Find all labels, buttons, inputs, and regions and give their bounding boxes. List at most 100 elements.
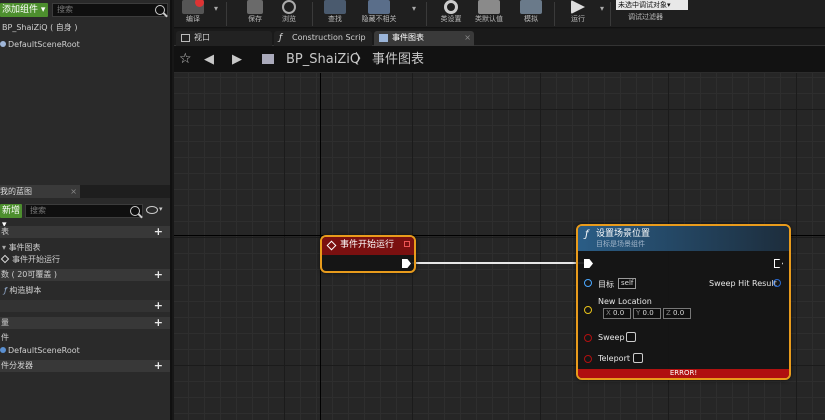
add-graph-icon[interactable]: + [154,226,163,238]
close-icon[interactable]: × [464,31,471,45]
function-icon: ƒ [585,229,589,240]
exec-in-pin[interactable] [584,259,593,268]
location-x-field[interactable]: X 0.0 [603,308,631,319]
play-label: 运行 [571,15,585,23]
set-location-header: ƒ 设置场景位置 目标是场景组件 [578,226,789,251]
my-blueprint-toolbar: 新增 ▾ 搜索 ▾ [0,204,170,230]
exec-out-pin[interactable] [402,259,411,268]
toolbar-separator [554,2,555,26]
compile-label: 编译 [186,15,200,23]
target-value-field[interactable]: self [618,278,636,289]
set-location-node[interactable]: ƒ 设置场景位置 目标是场景组件 目标 self Sweep Hit Resul… [576,224,791,380]
debug-object-select[interactable]: 未选中调试对象▾ [616,0,688,10]
begin-play-item[interactable]: 事件开始运行 [0,254,60,265]
macros-section-header[interactable]: + [0,300,170,312]
sweep-hit-result-pin[interactable] [773,279,781,287]
debug-filter-label: 调试过滤器 [628,13,663,21]
set-location-subtitle: 目标是场景组件 [596,240,645,248]
self-component-item[interactable]: BP_ShaiZiQ ( 自身 ) [2,22,77,33]
new-location-label: New Location [598,297,652,306]
event-graph-canvas[interactable]: 事件开始运行 ƒ 设置场景位置 目标是场景组件 目标 self Sweep Hi… [174,73,825,420]
class-settings-button[interactable]: 类设置 [436,0,466,28]
blueprint-search-placeholder: 搜索 [30,206,46,215]
scene-component-icon [0,347,6,353]
search-icon[interactable] [130,206,140,216]
add-macro-icon[interactable]: + [154,300,163,312]
add-dispatcher-icon[interactable]: + [154,360,163,372]
class-defaults-label: 类默认值 [475,15,503,23]
functions-section-label: 数 ( 20可覆盖 ) [1,270,58,279]
add-function-icon[interactable]: + [154,269,163,281]
browse-icon [282,0,296,14]
delegate-pin-icon[interactable] [404,241,410,247]
save-icon [247,0,263,14]
add-component-button[interactable]: 添加组件 ▾ [0,3,48,17]
scene-component-icon [0,41,6,47]
exec-out-pin[interactable] [774,259,783,268]
dispatchers-section-label: 件分发器 [1,361,33,370]
sweep-checkbox[interactable] [626,332,636,342]
toolbar-separator [610,2,611,26]
tab-construction-script[interactable]: ƒ Construction Scrip [274,31,372,46]
chevron-down-icon[interactable]: ▾ [412,4,416,13]
function-icon: ƒ [279,33,283,43]
find-label: 查找 [328,15,342,23]
hide-unrelated-label: 隐藏不相关 [361,15,397,23]
components-search-input[interactable]: 搜索 [52,3,168,17]
play-button[interactable]: 运行 [564,0,592,28]
event-icon [0,254,10,264]
chevron-down-icon[interactable]: ▾ [159,205,163,213]
main-toolbar: 编译 ▾ 保存 浏览 查找 隐藏不相关 ▾ 类设置 类默认值 模拟 运行 ▾ 未… [174,0,825,28]
add-new-button[interactable]: 新增 ▾ [0,204,22,230]
close-icon[interactable]: × [70,185,77,198]
graphs-section-header[interactable]: 表 + [0,226,170,238]
hide-unrelated-button[interactable]: 隐藏不相关 [356,0,402,28]
save-button[interactable]: 保存 [240,0,270,28]
default-scene-root-variable[interactable]: DefaultSceneRoot [0,345,80,356]
add-variable-icon[interactable]: + [154,317,163,329]
forward-arrow-icon[interactable]: ▶ [232,46,242,73]
search-icon[interactable] [155,5,165,15]
tab-viewport[interactable]: 视口 [176,31,272,46]
dispatchers-section-header[interactable]: 件分发器 + [0,360,170,372]
browse-label: 浏览 [282,15,296,23]
my-blueprint-tab[interactable]: 我的蓝图 × [0,185,80,198]
teleport-pin[interactable] [584,355,592,363]
teleport-checkbox[interactable] [633,353,643,363]
default-scene-root-item[interactable]: DefaultSceneRoot [0,40,80,49]
construction-script-item[interactable]: ƒ 构造脚本 [4,285,41,296]
functions-section-header[interactable]: 数 ( 20可覆盖 ) + [0,269,170,281]
location-z-value: 0.0 [673,309,685,317]
sweep-pin[interactable] [584,334,592,342]
blueprint-search-input[interactable]: 搜索 [25,204,143,218]
play-icon [571,0,585,14]
event-begin-play-node[interactable]: 事件开始运行 [320,235,416,273]
star-icon[interactable]: ☆ [179,46,192,73]
find-icon [324,0,346,14]
back-arrow-icon[interactable]: ◀ [204,46,214,73]
location-z-field[interactable]: Z 0.0 [663,308,691,319]
breadcrumb-separator: 〉 [355,52,369,67]
toolbar-separator [226,2,227,26]
chevron-down-icon[interactable]: ▾ [600,4,604,13]
class-defaults-button[interactable]: 类默认值 [472,0,506,28]
new-location-pin[interactable] [584,306,592,314]
breadcrumb-blueprint[interactable]: BP_ShaiZiQ [286,46,360,73]
compile-button[interactable]: 编译 [178,0,208,28]
begin-play-label: 事件开始运行 [12,255,60,264]
target-pin[interactable] [584,279,592,287]
eye-icon[interactable] [146,206,158,214]
chevron-down-icon[interactable]: ▾ [214,4,218,13]
find-button[interactable]: 查找 [320,0,350,28]
location-y-field[interactable]: Y 0.0 [633,308,661,319]
breadcrumb-graph[interactable]: 事件图表 [372,46,424,73]
default-scene-root-variable-label: DefaultSceneRoot [8,346,80,355]
construction-script-label: 构造脚本 [9,286,42,295]
variables-section-label: 量 [1,318,9,327]
browse-button[interactable]: 浏览 [274,0,304,28]
variables-section-header[interactable]: 量 + [0,317,170,329]
tab-event-graph[interactable]: 事件图表 × [374,31,474,46]
event-graph-item[interactable]: ▾ 事件图表 [2,242,41,253]
location-z-label: Z [666,309,671,317]
simulate-button[interactable]: 模拟 [516,0,546,28]
